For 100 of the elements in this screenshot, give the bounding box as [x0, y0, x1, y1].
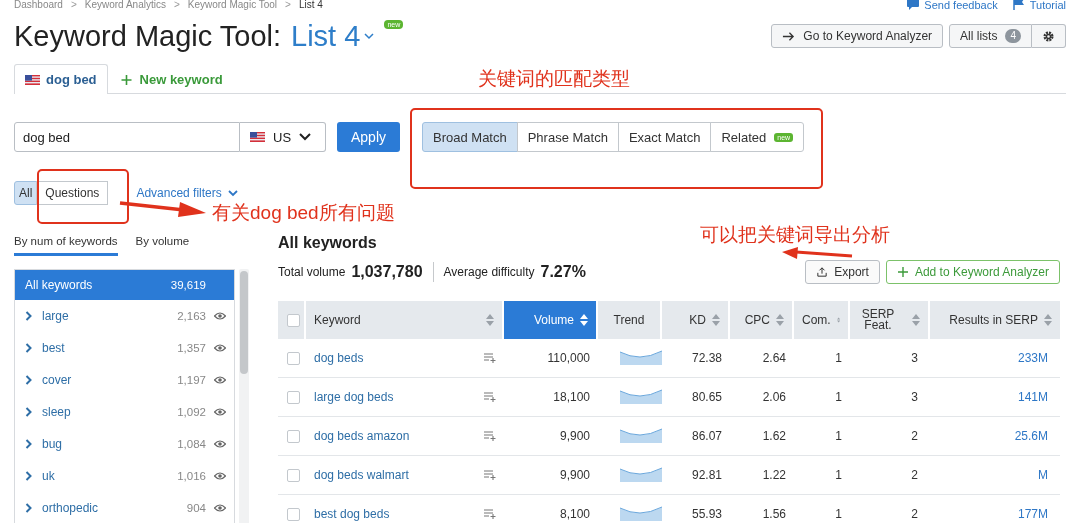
- country-selector[interactable]: US: [240, 122, 326, 152]
- competition-cell-text: 1: [834, 351, 843, 365]
- advanced-filters-link[interactable]: Advanced filters: [136, 186, 239, 200]
- cpc-cell-text: 1.22: [761, 468, 787, 482]
- upload-icon: [816, 267, 829, 277]
- header-link[interactable]: Send feedback: [906, 0, 998, 10]
- group-count: 904: [186, 502, 206, 514]
- group-count: 39,619: [170, 279, 206, 291]
- chevron-right-icon: [25, 343, 32, 353]
- sort-tab[interactable]: By volume: [135, 234, 190, 256]
- column-header[interactable]: KD: [662, 301, 730, 339]
- flag-icon: [1011, 0, 1026, 10]
- results-link[interactable]: 177M: [930, 507, 1060, 521]
- keyword-tab[interactable]: New keyword: [107, 64, 234, 94]
- sort-icon: [712, 314, 720, 326]
- results-link[interactable]: 25.6M: [930, 429, 1060, 443]
- column-header[interactable]: Trend: [598, 301, 662, 339]
- group-count: 1,357: [177, 342, 206, 354]
- serp-features-cell-text: 2: [910, 429, 919, 443]
- keyword-group-item[interactable]: bug 1,084: [15, 428, 234, 460]
- settings-button[interactable]: [1032, 24, 1066, 48]
- header-link[interactable]: Tutorial: [1011, 0, 1066, 10]
- trend-sparkline: [620, 426, 662, 443]
- keyword-group-item[interactable]: large 2,163: [15, 300, 234, 332]
- row-checkbox[interactable]: [287, 507, 300, 521]
- sort-icon: [1044, 314, 1052, 326]
- eye-icon: [214, 376, 226, 384]
- eye-icon: [214, 440, 226, 448]
- keyword-link[interactable]: large dog beds: [314, 390, 394, 404]
- column-header[interactable]: Keyword: [306, 301, 504, 339]
- breadcrumb-link[interactable]: Keyword Analytics: [84, 0, 166, 10]
- eye-icon: [214, 344, 226, 352]
- sort-icon: [486, 314, 494, 326]
- row-checkbox[interactable]: [287, 429, 300, 443]
- group-label: uk: [42, 469, 56, 483]
- sort-icon: [580, 314, 588, 326]
- filter-tab[interactable]: All: [14, 181, 38, 205]
- all-lists-button[interactable]: All lists 4: [949, 24, 1032, 48]
- row-checkbox[interactable]: [287, 390, 300, 404]
- eye-icon: [214, 504, 226, 512]
- trend-sparkline: [620, 387, 662, 404]
- chevron-right-icon: [25, 471, 32, 481]
- group-count: 1,016: [177, 470, 206, 482]
- average-difficulty-value: 7.27%: [540, 263, 586, 281]
- speech-bubble-icon: [906, 0, 921, 10]
- kd-cell-text: 80.65: [690, 390, 723, 404]
- trend-sparkline: [620, 465, 662, 482]
- keyword-group-item[interactable]: All keywords 39,619: [15, 270, 234, 300]
- plus-icon: [896, 267, 909, 277]
- keyword-tab[interactable]: dog bed: [14, 64, 108, 94]
- results-link[interactable]: 141M: [930, 390, 1060, 404]
- match-type-tab[interactable]: Broad Match: [422, 122, 518, 152]
- results-link[interactable]: M: [930, 468, 1060, 482]
- chevron-right-icon: [25, 439, 32, 449]
- row-checkbox[interactable]: [287, 351, 300, 365]
- filter-tab[interactable]: Questions: [36, 181, 109, 205]
- results-link[interactable]: 233M: [930, 351, 1060, 365]
- breadcrumb-link[interactable]: Keyword Magic Tool: [187, 0, 278, 10]
- keyword-group-item[interactable]: uk 1,016: [15, 460, 234, 492]
- page-title: Keyword Magic Tool:: [14, 19, 282, 54]
- keyword-link[interactable]: best dog beds: [314, 507, 390, 521]
- search-field[interactable]: dog bed: [14, 122, 240, 152]
- apply-button[interactable]: Apply: [337, 122, 400, 152]
- export-button[interactable]: Export: [805, 260, 880, 284]
- list-count-badge: 4: [1005, 29, 1021, 43]
- group-count: 1,197: [177, 374, 206, 386]
- breadcrumb-link[interactable]: List 4: [298, 0, 323, 10]
- scrollbar[interactable]: [239, 269, 249, 523]
- keyword-link[interactable]: dog beds: [314, 351, 364, 365]
- eye-icon: [214, 472, 226, 480]
- column-header[interactable]: Results in SERP: [930, 301, 1060, 339]
- sort-tab[interactable]: By num of keywords: [14, 234, 118, 256]
- add-to-list-icon: [484, 431, 496, 441]
- go-to-analyzer-button[interactable]: Go to Keyword Analyzer: [771, 24, 944, 48]
- cpc-cell-text: 1.62: [761, 429, 787, 443]
- scrollbar-thumb[interactable]: [240, 271, 248, 374]
- select-all-checkbox[interactable]: [287, 313, 300, 327]
- column-header[interactable]: Com.: [794, 301, 850, 339]
- keyword-group-item[interactable]: orthopedic 904: [15, 492, 234, 523]
- column-header[interactable]: Volume: [504, 301, 598, 339]
- column-header[interactable]: SERP Feat.: [850, 301, 930, 339]
- keyword-group-item[interactable]: sleep 1,092: [15, 396, 234, 428]
- keyword-group-item[interactable]: best 1,357: [15, 332, 234, 364]
- match-type-tab[interactable]: Exact Match: [617, 122, 712, 152]
- add-to-analyzer-button[interactable]: Add to Keyword Analyzer: [885, 260, 1060, 284]
- serp-features-cell-text: 3: [910, 390, 919, 404]
- chevron-right-icon: [25, 503, 32, 513]
- us-flag-icon: [25, 74, 40, 85]
- row-checkbox[interactable]: [287, 468, 300, 482]
- kd-cell-text: 55.93: [690, 507, 723, 521]
- match-type-tab[interactable]: Phrase Match: [516, 122, 619, 152]
- caret-icon: [364, 32, 375, 40]
- keyword-link[interactable]: dog beds amazon: [314, 429, 410, 443]
- breadcrumb-link[interactable]: Dashboard: [14, 0, 63, 10]
- keyword-group-item[interactable]: cover 1,197: [15, 364, 234, 396]
- column-header[interactable]: CPC: [730, 301, 794, 339]
- list-selector[interactable]: List 4: [291, 18, 375, 54]
- kd-cell-text: 92.81: [690, 468, 723, 482]
- group-label: large: [42, 309, 70, 323]
- keyword-link[interactable]: dog beds walmart: [314, 468, 409, 482]
